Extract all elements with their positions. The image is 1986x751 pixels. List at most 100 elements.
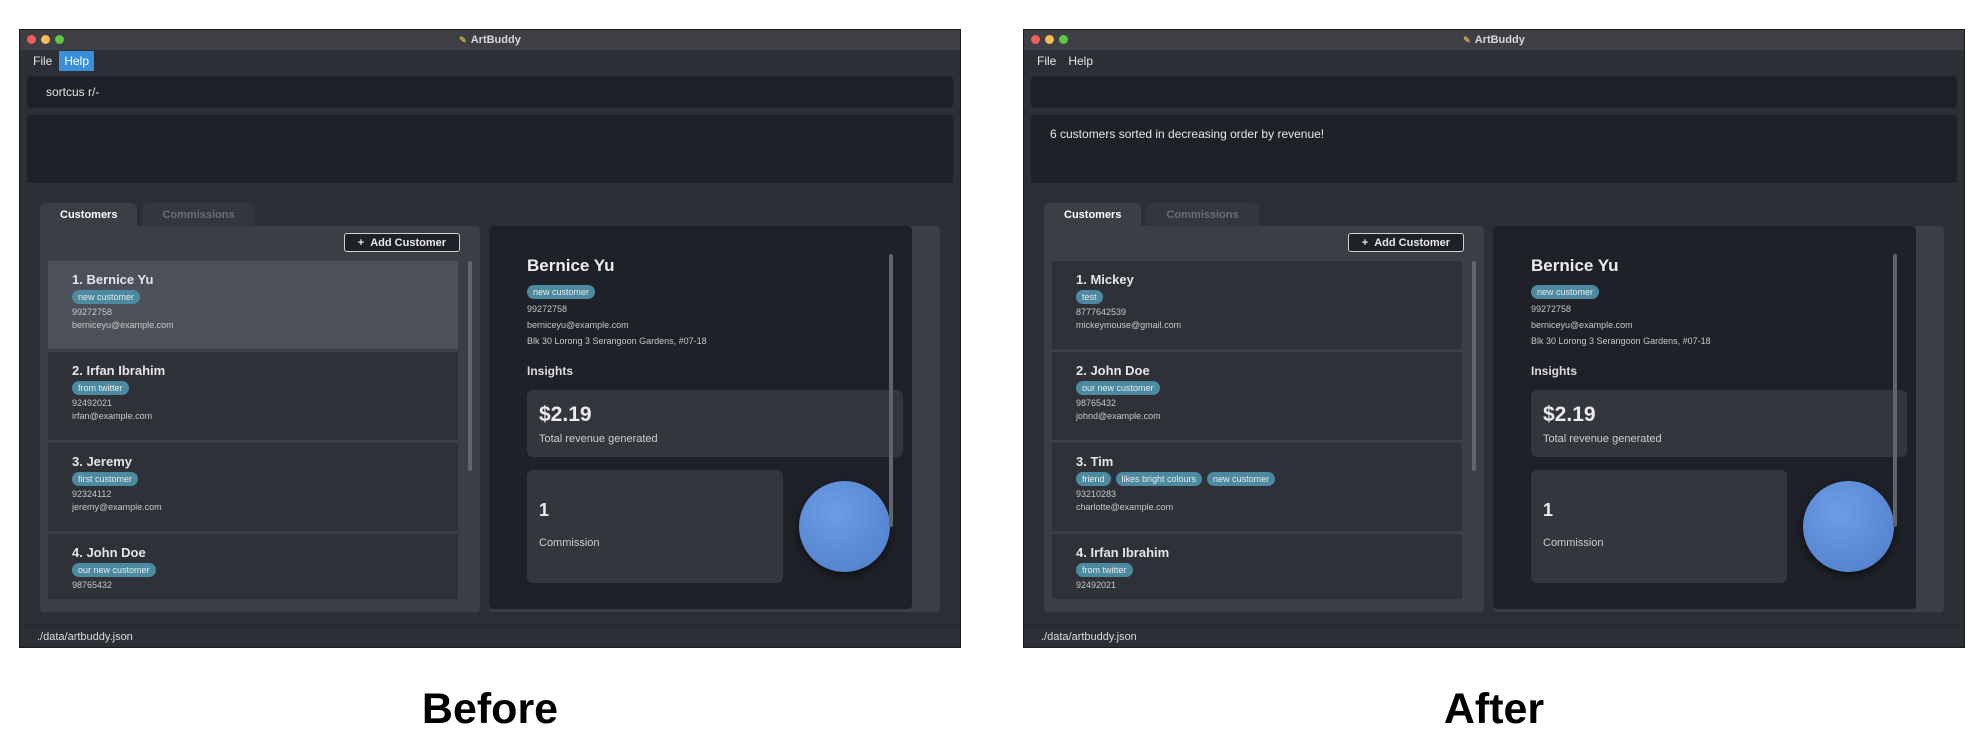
detail-email: berniceyu@example.com — [527, 320, 629, 330]
customer-list-panel: + Add Customer 1. Mickey test 8777642539… — [1044, 226, 1484, 612]
tab-bar: Customers Commissions — [40, 203, 255, 226]
customer-name: 4. Irfan Ibrahim — [1076, 545, 1170, 560]
close-window-button[interactable] — [27, 35, 36, 44]
menu-file[interactable]: File — [1032, 51, 1061, 71]
list-item[interactable]: 3. Jeremy first customer 92324112 jeremy… — [48, 443, 458, 531]
menu-file[interactable]: File — [28, 51, 57, 71]
title-bar: ✎ ArtBuddy — [20, 30, 960, 50]
customer-email: berniceyu@example.com — [72, 320, 174, 330]
commission-card: 1 Commission — [527, 470, 783, 583]
add-customer-label: Add Customer — [1374, 236, 1450, 249]
before-caption: Before — [421, 685, 559, 733]
detail-scrollbar[interactable] — [889, 254, 893, 527]
detail-address: Blk 30 Lorong 3 Serangoon Gardens, #07-1… — [527, 336, 707, 346]
customer-phone: 92492021 — [72, 398, 113, 408]
zoom-window-button[interactable] — [1059, 35, 1068, 44]
tab-commissions[interactable]: Commissions — [142, 203, 255, 226]
add-customer-label: Add Customer — [370, 236, 446, 249]
minimize-window-button[interactable] — [41, 35, 50, 44]
list-item[interactable]: 1. Mickey test 8777642539 mickeymouse@gm… — [1052, 261, 1462, 349]
list-item[interactable]: 2. Irfan Ibrahim from twitter 92492021 i… — [48, 352, 458, 440]
list-item[interactable]: 1. Bernice Yu new customer 99272758 bern… — [48, 261, 458, 349]
customer-tag: from twitter — [1076, 563, 1133, 577]
list-scrollbar[interactable] — [468, 261, 472, 471]
insights-heading: Insights — [527, 364, 574, 378]
list-scrollbar[interactable] — [1472, 261, 1476, 471]
app-icon: ✎ — [459, 34, 467, 45]
revenue-amount: $2.19 — [539, 403, 592, 426]
customer-phone: 99272758 — [72, 307, 113, 317]
customer-email: johnd@example.com — [1076, 411, 1161, 421]
command-input[interactable]: sortcus r/- — [27, 76, 953, 108]
menu-bar: File Help — [20, 50, 960, 72]
status-bar: ./data/artbuddy.json — [20, 625, 960, 647]
command-text: sortcus r/- — [46, 85, 100, 99]
minimize-window-button[interactable] — [1045, 35, 1054, 44]
customer-list-panel: + Add Customer 1. Bernice Yu new custome… — [40, 226, 480, 612]
customer-email: jeremy@example.com — [72, 502, 162, 512]
add-customer-button[interactable]: + Add Customer — [1347, 233, 1464, 252]
app-window-after: ✎ ArtBuddy File Help 6 customers sorted … — [1024, 30, 1964, 647]
app-window-before: ✎ ArtBuddy File Help sortcus r/- Custome… — [20, 30, 960, 647]
tab-customers[interactable]: Customers — [40, 203, 138, 226]
menu-help[interactable]: Help — [59, 51, 95, 71]
customer-name: 2. Irfan Ibrahim — [72, 363, 166, 378]
customer-list: 1. Mickey test 8777642539 mickeymouse@gm… — [1052, 261, 1462, 599]
commission-pie-chart — [799, 481, 890, 572]
after-caption: After — [1443, 685, 1545, 733]
customer-detail: Bernice Yu new customer 99272758 bernice… — [489, 226, 912, 609]
plus-icon: + — [1361, 236, 1369, 249]
customer-tag: our new customer — [72, 563, 156, 577]
list-item[interactable]: 4. John Doe our new customer 98765432 — [48, 534, 458, 599]
command-input[interactable] — [1031, 76, 1957, 108]
customer-name: 1. Bernice Yu — [72, 272, 154, 287]
title-bar: ✎ ArtBuddy — [1024, 30, 1964, 50]
customer-tag: our new customer — [1076, 381, 1160, 395]
customer-tag: new customer — [72, 290, 141, 304]
zoom-window-button[interactable] — [55, 35, 64, 44]
add-customer-button[interactable]: + Add Customer — [343, 233, 460, 252]
result-display — [27, 115, 953, 183]
commission-count: 1 — [539, 500, 550, 520]
status-path: ./data/artbuddy.json — [1041, 630, 1137, 643]
status-path: ./data/artbuddy.json — [37, 630, 133, 643]
customer-tag: from twitter — [72, 381, 129, 395]
tab-commissions[interactable]: Commissions — [1146, 203, 1259, 226]
commission-card: 1 Commission — [1531, 470, 1787, 583]
revenue-label: Total revenue generated — [1543, 433, 1662, 445]
detail-panel: Bernice Yu new customer 99272758 bernice… — [489, 226, 940, 612]
customer-email: irfan@example.com — [72, 411, 153, 421]
status-bar: ./data/artbuddy.json — [1024, 625, 1964, 647]
revenue-card: $2.19 Total revenue generated — [527, 390, 903, 457]
close-window-button[interactable] — [1031, 35, 1040, 44]
customer-list: 1. Bernice Yu new customer 99272758 bern… — [48, 261, 458, 599]
customer-name: 4. John Doe — [72, 545, 146, 560]
window-title: ✎ ArtBuddy — [459, 34, 521, 46]
list-item[interactable]: 4. Irfan Ibrahim from twitter 92492021 — [1052, 534, 1462, 599]
customer-phone: 8777642539 — [1076, 307, 1127, 317]
main-content: Customers Commissions + Add Customer 1. … — [1044, 203, 1944, 612]
tab-customers[interactable]: Customers — [1044, 203, 1142, 226]
main-content: Customers Commissions + Add Customer 1. … — [40, 203, 940, 612]
detail-phone: 99272758 — [527, 304, 568, 314]
detail-name: Bernice Yu — [527, 256, 615, 275]
detail-tag: new customer — [527, 285, 596, 299]
revenue-amount: $2.19 — [1543, 403, 1596, 426]
window-controls — [1031, 35, 1068, 44]
result-display: 6 customers sorted in decreasing order b… — [1031, 115, 1957, 183]
customer-name: 2. John Doe — [1076, 363, 1150, 378]
list-item[interactable]: 3. Tim friend likes bright colours new c… — [1052, 443, 1462, 531]
list-item[interactable]: 2. John Doe our new customer 98765432 jo… — [1052, 352, 1462, 440]
app-icon: ✎ — [1463, 34, 1471, 45]
customer-detail: Bernice Yu new customer 99272758 bernice… — [1493, 226, 1916, 609]
customer-phone: 92324112 — [72, 489, 112, 499]
commission-count: 1 — [1543, 500, 1554, 520]
menu-help[interactable]: Help — [1063, 51, 1098, 71]
customer-tag: likes bright colours — [1115, 472, 1203, 486]
window-title: ✎ ArtBuddy — [1463, 34, 1525, 46]
commission-label: Commission — [1543, 537, 1604, 549]
detail-address: Blk 30 Lorong 3 Serangoon Gardens, #07-1… — [1531, 336, 1711, 346]
customer-name: 1. Mickey — [1076, 272, 1134, 287]
detail-email: berniceyu@example.com — [1531, 320, 1633, 330]
detail-scrollbar[interactable] — [1893, 254, 1897, 527]
